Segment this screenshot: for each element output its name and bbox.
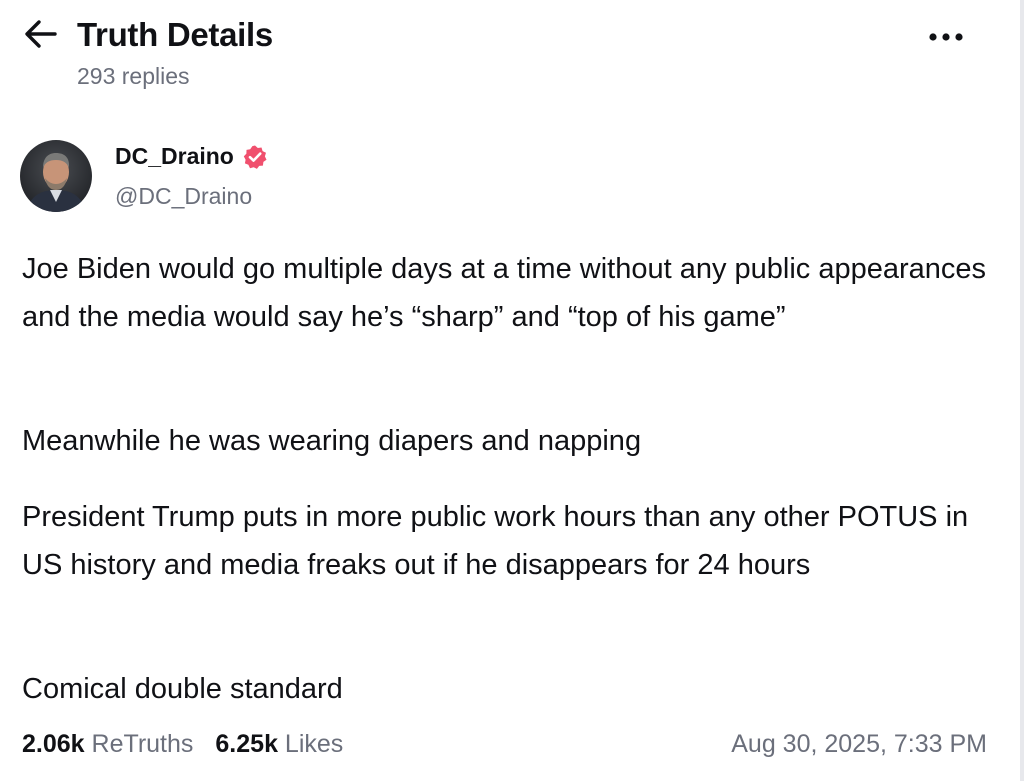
page-title: Truth Details [77,16,273,53]
display-name-row: DC_Draino [115,143,268,170]
post-stats: 2.06k ReTruths 6.25k Likes [22,730,365,759]
page-border [1020,0,1024,781]
more-options-button[interactable] [920,20,972,56]
retruths-count: 2.06k [22,730,92,758]
likes-label: Likes [284,730,344,758]
post-paragraph: Comical double standard [22,673,343,705]
retruths-stat[interactable]: 2.06k ReTruths [22,730,193,759]
post-author: DC_Draino @DC_Draino [20,140,620,220]
page-header: Truth Details 293 replies [0,0,1018,110]
back-button[interactable] [22,18,60,54]
arrow-left-icon [24,19,58,54]
post-timestamp: Aug 30, 2025, 7:33 PM [731,730,987,758]
post-paragraph: President Trump puts in more public work… [22,501,969,581]
avatar[interactable] [20,140,92,212]
retruths-label: ReTruths [91,730,194,758]
display-name[interactable]: DC_Draino [115,143,234,170]
post-paragraph: Joe Biden would go multiple days at a ti… [22,253,987,333]
likes-stat[interactable]: 6.25k Likes [215,730,343,759]
user-handle[interactable]: @DC_Draino [115,183,252,210]
reply-count: 293 replies [77,63,190,89]
verified-badge-icon [242,144,268,170]
likes-count: 6.25k [215,730,285,758]
post-paragraph: Meanwhile he was wearing diapers and nap… [22,425,642,457]
more-horizontal-icon [928,29,964,47]
